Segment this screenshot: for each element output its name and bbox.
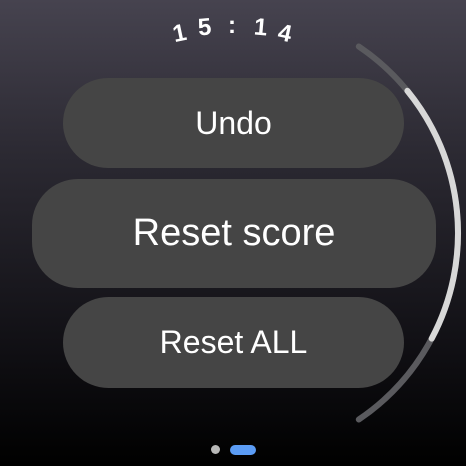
- reset-all-button[interactable]: Reset ALL: [63, 297, 404, 388]
- time-digit-3: 1: [252, 13, 269, 42]
- page-dot-2-active[interactable]: [230, 445, 256, 455]
- reset-all-button-label: Reset ALL: [159, 324, 308, 360]
- time-digit-4: 4: [275, 18, 295, 49]
- time-display: 1 5 : 1 4: [0, 10, 466, 50]
- time-digit-1: 1: [170, 18, 189, 49]
- page-indicator: [0, 444, 466, 456]
- time-colon: :: [228, 12, 236, 39]
- reset-score-button[interactable]: Reset score: [32, 179, 436, 288]
- time-digit-2: 5: [196, 13, 213, 42]
- undo-button[interactable]: Undo: [63, 78, 404, 168]
- reset-score-button-label: Reset score: [132, 212, 336, 254]
- undo-button-label: Undo: [195, 104, 272, 141]
- watch-screen: 1 5 : 1 4 Undo Reset score Reset ALL: [0, 0, 466, 466]
- page-dot-1[interactable]: [211, 445, 220, 454]
